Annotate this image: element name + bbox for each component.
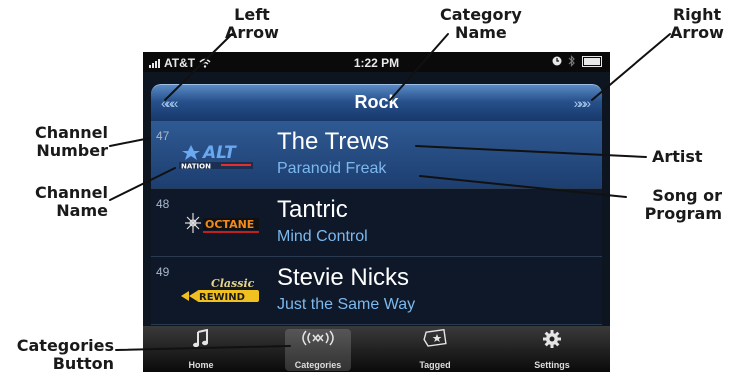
leader-category-name bbox=[389, 33, 449, 101]
leader-song bbox=[419, 175, 627, 198]
callout-lines bbox=[109, 33, 671, 351]
leader-artist bbox=[415, 145, 647, 158]
leader-categories-button bbox=[115, 345, 291, 351]
leader-left-arrow bbox=[164, 33, 233, 101]
leader-right-arrow bbox=[591, 33, 671, 101]
leader-channel-number bbox=[109, 137, 151, 147]
leader-channel-name bbox=[109, 167, 176, 201]
